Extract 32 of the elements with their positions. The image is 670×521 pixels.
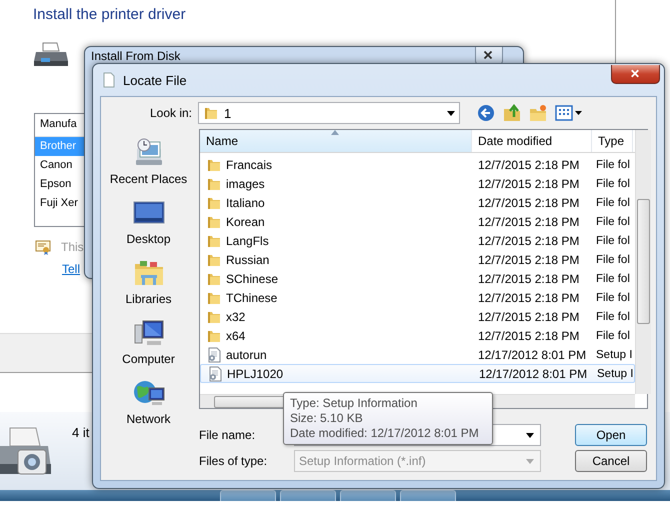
- page-heading: Install the printer driver: [33, 6, 187, 23]
- table-cell-text: File fol: [595, 272, 631, 284]
- table-cell-text: File fol: [595, 330, 631, 342]
- table-cell-text: 12/7/2015 2:18 PM: [477, 234, 580, 248]
- note-text: This: [61, 240, 84, 254]
- table-cell-text: 12/17/2012 8:01 PM: [477, 348, 588, 362]
- table-cell-text: 12/7/2015 2:18 PM: [477, 176, 580, 190]
- table-cell-text: File fol: [595, 234, 631, 246]
- field-label: Look in:: [148, 106, 192, 120]
- table-cell-text: 12/17/2012 8:01 PM: [478, 366, 588, 380]
- table-cell-text: File fol: [595, 158, 631, 170]
- table-cell-text: 12/7/2015 2:18 PM: [477, 310, 580, 324]
- status-text: 4 it: [72, 425, 90, 440]
- table-cell-text: File fol: [595, 216, 631, 228]
- tooltip: Type: Setup Information Size: 5.10 KB Date modified: 12/17/2012 8:01 PM: [283, 392, 493, 445]
- field-label: Files of type:: [199, 454, 268, 468]
- window-title: Locate File: [123, 72, 187, 88]
- table-cell-text: Setup I: [595, 348, 633, 360]
- table-cell-text: File fol: [595, 254, 631, 266]
- table-cell-text: Setup I: [596, 368, 634, 380]
- table-cell-text: 12/7/2015 2:18 PM: [477, 290, 580, 304]
- table-cell-text: File fol: [595, 310, 631, 322]
- table-cell-text: 12/7/2015 2:18 PM: [477, 272, 580, 286]
- table-cell-text: File fol: [595, 196, 631, 208]
- table-cell-text: 12/7/2015 2:18 PM: [477, 158, 580, 172]
- table-cell-text: 12/7/2015 2:18 PM: [477, 252, 580, 266]
- table-cell-text: 12/7/2015 2:18 PM: [477, 214, 580, 228]
- window-title: Install From Disk: [91, 49, 180, 63]
- table-cell-text: 12/7/2015 2:18 PM: [477, 196, 580, 210]
- table-cell-text: File fol: [595, 178, 631, 190]
- table-cell-text: File fol: [595, 292, 631, 304]
- table-cell-text: 12/7/2015 2:18 PM: [477, 328, 580, 342]
